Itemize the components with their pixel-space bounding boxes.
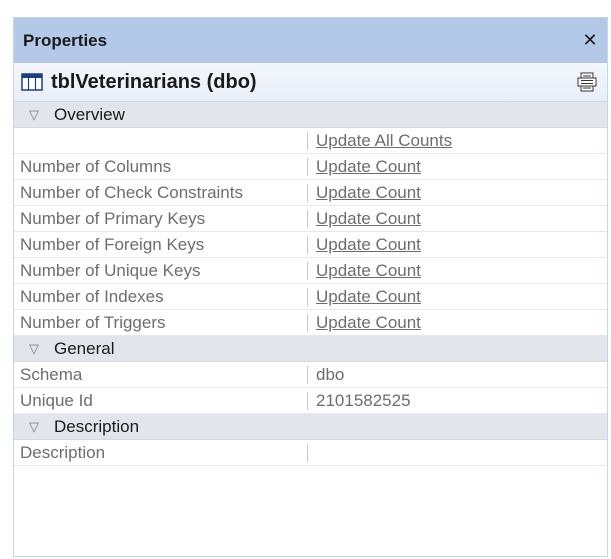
panel-title: Properties — [23, 30, 108, 50]
property-name: Number of Foreign Keys — [14, 235, 308, 254]
property-value: Update Count — [308, 209, 607, 228]
property-pages-icon[interactable] — [577, 72, 597, 92]
update-count-link[interactable]: Update Count — [316, 157, 421, 176]
collapse-triangle-icon[interactable]: ▽ — [14, 341, 54, 357]
property-name: Unique Id — [14, 391, 308, 410]
property-name: Number of Check Constraints — [14, 183, 308, 202]
update-count-link[interactable]: Update Count — [316, 183, 421, 202]
object-name: tblVeterinarians (dbo) — [51, 70, 257, 93]
property-value: Update Count — [308, 235, 607, 254]
collapse-triangle-icon[interactable]: ▽ — [14, 419, 54, 435]
property-row: Number of Unique Keys Update Count — [14, 258, 607, 284]
property-value[interactable]: 2101582525 — [308, 391, 607, 410]
property-row-unique-id[interactable]: Unique Id 2101582525 — [14, 388, 607, 414]
update-all-counts-link[interactable]: Update All Counts — [316, 131, 452, 150]
property-row-description[interactable]: Description — [14, 440, 607, 466]
property-value: Update Count — [308, 183, 607, 202]
category-label: General — [54, 338, 115, 358]
table-icon — [21, 73, 43, 91]
property-name: Schema — [14, 365, 308, 384]
object-header: tblVeterinarians (dbo) — [14, 63, 607, 101]
category-label: Overview — [54, 104, 125, 124]
property-value: Update Count — [308, 157, 607, 176]
property-row: Number of Columns Update Count — [14, 154, 607, 180]
update-count-link[interactable]: Update Count — [316, 313, 421, 332]
category-description[interactable]: ▽ Description — [14, 414, 607, 440]
property-row: Number of Indexes Update Count — [14, 284, 607, 310]
panel-titlebar: Properties ✕ — [14, 18, 607, 63]
update-count-link[interactable]: Update Count — [316, 261, 421, 280]
update-count-link[interactable]: Update Count — [316, 287, 421, 306]
update-count-link[interactable]: Update Count — [316, 209, 421, 228]
close-icon[interactable]: ✕ — [581, 30, 599, 51]
property-row: Number of Foreign Keys Update Count — [14, 232, 607, 258]
properties-panel: Properties ✕ tblVeterinarians (dbo) ▽ Ov… — [13, 17, 608, 557]
property-value: Update Count — [308, 313, 607, 332]
property-row: Number of Check Constraints Update Count — [14, 180, 607, 206]
property-name: Number of Triggers — [14, 313, 308, 332]
property-row: Number of Primary Keys Update Count — [14, 206, 607, 232]
category-label: Description — [54, 416, 140, 436]
property-name: Number of Unique Keys — [14, 261, 308, 280]
property-row-schema[interactable]: Schema dbo — [14, 362, 607, 388]
category-general[interactable]: ▽ General — [14, 336, 607, 362]
property-name: Number of Columns — [14, 157, 308, 176]
collapse-triangle-icon[interactable]: ▽ — [14, 107, 54, 123]
property-grid: ▽ Overview Update All Counts Number of C… — [14, 101, 607, 466]
category-overview[interactable]: ▽ Overview — [14, 102, 607, 128]
property-row: Number of Triggers Update Count — [14, 310, 607, 336]
property-name — [14, 131, 308, 150]
property-row-update-all: Update All Counts — [14, 128, 607, 154]
update-count-link[interactable]: Update Count — [316, 235, 421, 254]
property-name: Number of Indexes — [14, 287, 308, 306]
property-value: Update All Counts — [308, 131, 607, 150]
property-value[interactable]: dbo — [308, 365, 607, 384]
property-name: Number of Primary Keys — [14, 209, 308, 228]
property-value: Update Count — [308, 287, 607, 306]
property-name: Description — [14, 443, 308, 462]
property-value: Update Count — [308, 261, 607, 280]
